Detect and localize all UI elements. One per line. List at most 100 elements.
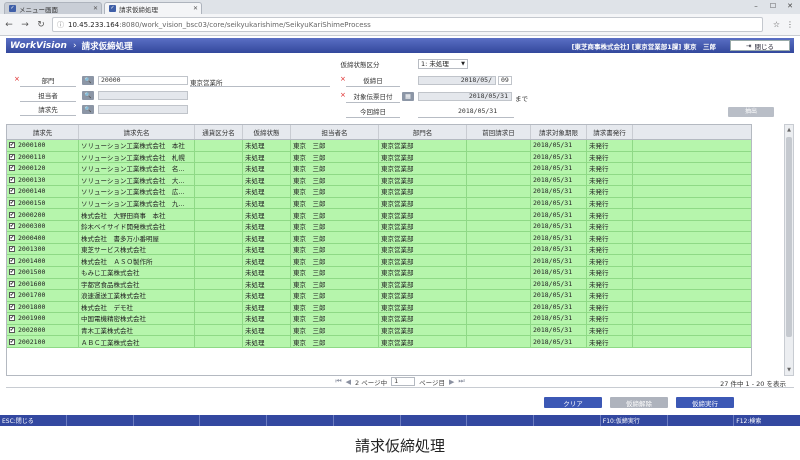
table-cell: 2018/05/31 — [531, 186, 587, 197]
close-window-icon[interactable]: ✕ — [784, 2, 796, 10]
table-row[interactable]: ✔ 2001700 浪速運送工業株式会社 未処理 東京 三郎 東京営業部 2018/05/3… — [7, 290, 751, 302]
row-checkbox[interactable]: ✔ — [9, 234, 15, 241]
calendar-icon[interactable]: ▦ — [402, 92, 414, 101]
table-row[interactable]: ✔ 2000120 ソリューション工業株式会社 名... 未処理 東京 三郎 東京営業部 2… — [7, 163, 751, 175]
table-row[interactable]: ✔ 2000300 鈴木ベイサイド開発株式会社 未処理 東京 三郎 東京営業部 2018/0… — [7, 220, 751, 233]
table-row[interactable]: ✔ 2002100 ＡＢＣ工業株式会社 未処理 東京 三郎 東京営業部 2018/05/31… — [7, 336, 751, 348]
table-row[interactable]: ✔ 2000200 株式会社 大野田商事 本社 未処理 東京 三郎 東京営業部 2018/0… — [7, 209, 751, 221]
cell-text: 未発行 — [589, 246, 609, 255]
fkey-f3[interactable] — [134, 415, 201, 426]
minimize-icon[interactable]: – — [750, 2, 762, 10]
column-header[interactable]: 部門名 — [379, 125, 467, 139]
table-row[interactable]: ✔ 2001500 もみじ工業株式会社 未処理 東京 三郎 東京営業部 2018/05/31… — [7, 267, 751, 279]
cancel-karishime-button[interactable]: 仮締解除 — [610, 397, 668, 408]
column-header[interactable]: 請求先名 — [79, 125, 195, 139]
table-row[interactable]: ✔ 2000400 株式会社 書多万小番明屋 未処理 東京 三郎 東京営業部 2018/05… — [7, 232, 751, 244]
menu-dots-icon[interactable]: ⋮ — [786, 20, 794, 29]
row-checkbox[interactable]: ✔ — [9, 246, 15, 253]
table-row[interactable]: ✔ 2000110 ソリューション工業株式会社 札幌 未処理 東京 三郎 東京営業部 201… — [7, 151, 751, 164]
reload-icon[interactable]: ↻ — [36, 20, 46, 30]
dept-search-icon[interactable]: 🔍 — [82, 76, 94, 85]
fkey-f11[interactable] — [668, 415, 735, 426]
fkey-f12[interactable]: F12:検索 — [734, 415, 800, 426]
row-checkbox[interactable]: ✔ — [9, 200, 15, 206]
browser-tab-menu[interactable]: ✓ メニュー画面 ✕ — [4, 2, 102, 14]
row-checkbox[interactable]: ✔ — [9, 303, 15, 310]
fkey-f8[interactable] — [467, 415, 534, 426]
row-checkbox[interactable]: ✔ — [9, 176, 15, 183]
fkey-f4[interactable] — [200, 415, 267, 426]
close-icon[interactable]: ✕ — [93, 5, 101, 12]
row-checkbox[interactable]: ✔ — [9, 142, 15, 149]
table-row[interactable]: ✔ 2001400 株式会社 ＡＳＯ製作所 未処理 東京 三郎 東京営業部 2018/05/… — [7, 255, 751, 268]
maximize-icon[interactable]: ☐ — [767, 2, 779, 10]
row-checkbox[interactable]: ✔ — [9, 280, 15, 287]
dept-code-input[interactable]: 20000 — [98, 76, 188, 85]
billing-to-input[interactable] — [98, 105, 188, 114]
fkey-f10[interactable]: F10:仮締実行 — [601, 415, 668, 426]
row-checkbox[interactable]: ✔ — [9, 211, 15, 218]
clear-button[interactable]: クリア — [544, 397, 602, 408]
extract-button[interactable]: 抽出 — [728, 107, 774, 117]
row-checkbox[interactable]: ✔ — [9, 327, 15, 334]
table-row[interactable]: ✔ 2001900 中国電機精密株式会社 未処理 東京 三郎 東京営業部 2018/05/3… — [7, 313, 751, 325]
table-row[interactable]: ✔ 2001600 宇都宮食品株式会社 未処理 東京 三郎 東京営業部 2018/05/31… — [7, 278, 751, 291]
fkey-f2[interactable] — [67, 415, 134, 426]
table-cell-filler — [633, 325, 751, 336]
bookmark-star-icon[interactable]: ☆ — [773, 20, 780, 29]
table-row[interactable]: ✔ 2001300 東芝サービス株式会社 未処理 東京 三郎 東京営業部 2018/05/3… — [7, 243, 751, 256]
first-page-icon[interactable]: ⏮ — [335, 377, 341, 386]
column-header[interactable]: 通貨区分名 — [195, 125, 243, 139]
fkey-f6[interactable] — [334, 415, 401, 426]
row-checkbox[interactable]: ✔ — [9, 165, 15, 172]
fkey-esc[interactable]: ESC:閉じる — [0, 415, 67, 426]
row-checkbox[interactable]: ✔ — [9, 338, 15, 345]
table-cell: ✔ 2001700 — [7, 290, 79, 301]
scroll-down-icon[interactable]: ▼ — [785, 366, 793, 374]
cell-text: 2000120 — [18, 164, 46, 173]
close-icon[interactable]: ✕ — [193, 5, 201, 12]
table-row[interactable]: ✔ 2000140 ソリューション工業株式会社 広... 未処理 東京 三郎 東京営業部 2… — [7, 186, 751, 198]
scroll-thumb[interactable] — [786, 137, 792, 337]
back-icon[interactable]: ← — [4, 20, 14, 30]
manager-search-icon[interactable]: 🔍 — [82, 91, 94, 100]
table-row[interactable]: ✔ 2000150 ソリューション工業株式会社 九... 未処理 東京 三郎 東京営業部 2… — [7, 197, 751, 210]
karishime-date-input[interactable]: 2018/05/ — [418, 76, 496, 85]
row-checkbox[interactable]: ✔ — [9, 269, 15, 276]
page-number-input[interactable]: 1 — [391, 377, 416, 386]
prev-page-icon[interactable]: ◀ — [346, 378, 351, 386]
row-checkbox[interactable]: ✔ — [9, 292, 15, 299]
column-header[interactable]: 担当者名 — [291, 125, 379, 139]
target-date-input[interactable]: 2018/05/31 — [418, 92, 512, 101]
column-header[interactable]: 請求先 — [7, 125, 79, 139]
url-input[interactable]: ⓘ 10.45.233.164 :8080/work_vision_bsc03/… — [52, 17, 763, 32]
column-header[interactable]: 請求対象期限 — [531, 125, 587, 139]
execute-karishime-button[interactable]: 仮締実行 — [676, 397, 734, 408]
table-row[interactable]: ✔ 2000100 ソリューション工業株式会社 本社 未処理 東京 三郎 東京営業部 201… — [7, 140, 751, 152]
fkey-f5[interactable] — [267, 415, 334, 426]
table-row[interactable]: ✔ 2002000 青木工業株式会社 未処理 東京 三郎 東京営業部 2018/05/31 未… — [7, 324, 751, 337]
row-checkbox[interactable]: ✔ — [9, 188, 15, 195]
division-select[interactable]: 1: 未処理 ▼ — [418, 59, 468, 69]
row-checkbox[interactable]: ✔ — [9, 153, 15, 160]
karishime-day-input[interactable]: 09 — [498, 76, 512, 85]
close-button[interactable]: ⇥ 閉じる — [730, 40, 790, 51]
column-header[interactable]: 請求書発行 — [587, 125, 633, 139]
row-checkbox[interactable]: ✔ — [9, 257, 15, 264]
fkey-f9[interactable] — [534, 415, 601, 426]
fkey-f7[interactable] — [401, 415, 468, 426]
manager-input[interactable] — [98, 91, 188, 100]
last-page-icon[interactable]: ⏭ — [458, 377, 464, 386]
column-header[interactable]: 前回請求日 — [467, 125, 531, 139]
table-row[interactable]: ✔ 2001800 株式会社 デモ社 未処理 東京 三郎 東京営業部 2018/05/31 未… — [7, 301, 751, 314]
row-checkbox[interactable]: ✔ — [9, 223, 15, 230]
next-page-icon[interactable]: ▶ — [449, 378, 454, 386]
column-header[interactable]: 仮締状態 — [243, 125, 291, 139]
billing-to-search-icon[interactable]: 🔍 — [82, 105, 94, 114]
table-row[interactable]: ✔ 2000130 ソリューション工業株式会社 大... 未処理 東京 三郎 東京営業部 2… — [7, 174, 751, 187]
browser-tab-active[interactable]: ✓ 請求仮締処理 ✕ — [104, 2, 202, 14]
row-checkbox[interactable]: ✔ — [9, 315, 15, 322]
table-scrollbar[interactable]: ▲ ▼ — [784, 124, 794, 376]
scroll-up-icon[interactable]: ▲ — [785, 126, 793, 134]
forward-icon[interactable]: → — [20, 20, 30, 30]
